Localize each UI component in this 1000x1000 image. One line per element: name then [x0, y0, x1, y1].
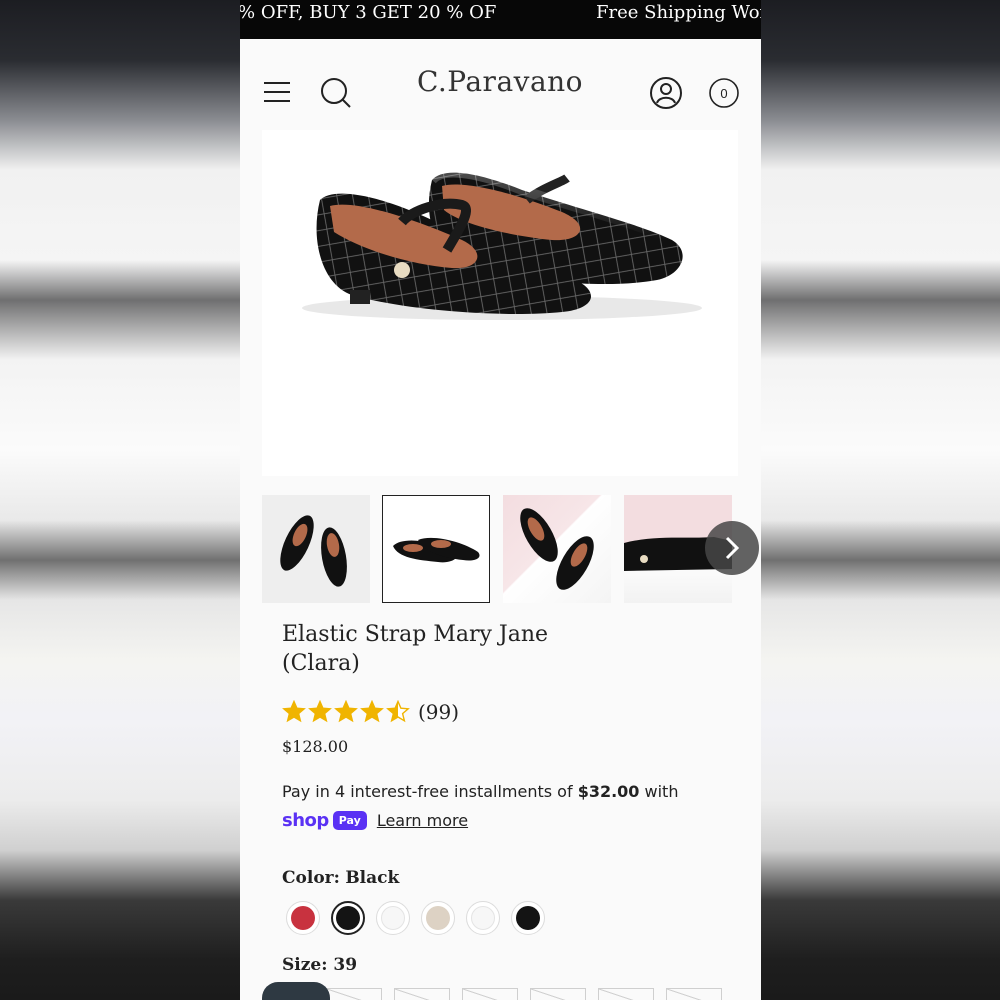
star-icon — [360, 700, 384, 723]
swatch-color-dot — [336, 906, 360, 930]
color-swatch-beige[interactable] — [421, 901, 455, 935]
product-title-line-2: (Clara) — [282, 651, 360, 676]
selected-color-value: Black — [345, 868, 400, 888]
installments-suffix: with — [639, 782, 679, 801]
announcement-bar: % OFF, BUY 3 GET 20 % OF Free Shipping W… — [240, 0, 761, 39]
pay-badge: Pay — [332, 810, 367, 830]
installment-amount: $32.00 — [577, 782, 640, 801]
announcement-message-discount: % OFF, BUY 3 GET 20 % OF — [240, 2, 497, 23]
learn-more-link[interactable]: Learn more — [377, 811, 468, 830]
announcement-message-shipping: Free Shipping Wor — [596, 2, 761, 23]
swatch-color-dot — [471, 906, 495, 930]
color-swatch-white[interactable] — [376, 901, 410, 935]
brand-logo[interactable]: C.Paravano — [390, 65, 610, 98]
size-option[interactable] — [462, 988, 518, 1000]
installments-prefix: Pay in 4 interest-free installments of — [282, 782, 578, 801]
swatch-color-dot — [426, 906, 450, 930]
star-icon — [282, 700, 306, 723]
product-main-image[interactable] — [262, 130, 738, 476]
size-label: Size: 39 — [282, 955, 358, 975]
star-icon — [386, 700, 410, 723]
chevron-right-icon — [725, 536, 740, 560]
thumbnail-strip — [262, 495, 759, 605]
product-price: $128.00 — [282, 737, 349, 756]
product-title: Elastic Strap Mary Jane (Clara) — [282, 620, 642, 678]
thumbnail-3[interactable] — [503, 495, 611, 603]
review-count: (99) — [418, 700, 460, 724]
menu-button[interactable] — [260, 77, 294, 107]
swatch-color-dot — [291, 906, 315, 930]
size-option[interactable] — [326, 988, 382, 1000]
installments-text: Pay in 4 interest-free installments of $… — [282, 782, 722, 801]
swatch-color-dot — [516, 906, 540, 930]
shop-pay-row: shop Pay Learn more — [282, 808, 468, 832]
color-swatch-black[interactable] — [331, 901, 365, 935]
color-label-text: Color: — [282, 868, 340, 888]
account-icon — [650, 77, 682, 109]
color-swatch-black-2[interactable] — [511, 901, 545, 935]
next-thumbnail-button[interactable] — [705, 521, 759, 575]
rating-stars — [282, 700, 410, 724]
search-button[interactable] — [318, 75, 354, 111]
chat-widget-tab[interactable] — [262, 982, 330, 1000]
product-rating[interactable]: (99) — [282, 698, 459, 726]
product-title-line-1: Elastic Strap Mary Jane — [282, 622, 549, 647]
star-icon — [308, 700, 332, 723]
size-option[interactable] — [394, 988, 450, 1000]
search-icon — [321, 78, 351, 108]
cart-button[interactable]: 0 — [708, 77, 740, 109]
swatch-color-dot — [381, 906, 405, 930]
menu-icon — [264, 82, 290, 102]
color-swatch-white-2[interactable] — [466, 901, 500, 935]
size-option[interactable] — [598, 988, 654, 1000]
thumbnail-2[interactable] — [382, 495, 490, 603]
color-label: Color: Black — [282, 868, 399, 888]
shop-pay-logo: shop Pay — [282, 810, 367, 831]
color-swatch-red[interactable] — [286, 901, 320, 935]
cart-count-badge: 0 — [720, 85, 728, 101]
shop-wordmark: shop — [282, 809, 329, 831]
star-icon — [334, 700, 358, 723]
thumbnail-1[interactable] — [262, 495, 370, 603]
shoe-pair-image — [302, 167, 702, 320]
size-option[interactable] — [666, 988, 722, 1000]
account-button[interactable] — [649, 76, 683, 110]
size-option[interactable] — [530, 988, 586, 1000]
phone-screen: % OFF, BUY 3 GET 20 % OF Free Shipping W… — [240, 0, 761, 1000]
site-header: C.Paravano 0 — [240, 39, 761, 129]
